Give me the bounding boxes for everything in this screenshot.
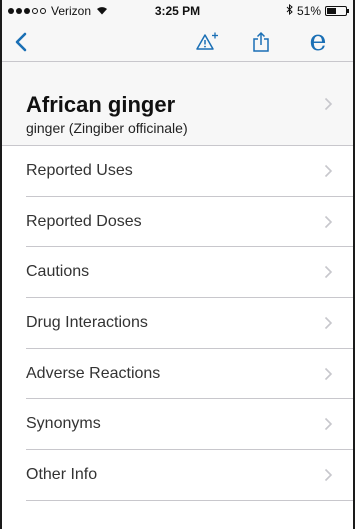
battery-tip [347,9,349,13]
section-list: Reported Uses Reported Doses Cautions Dr… [2,146,353,501]
share-button[interactable] [245,22,277,62]
chevron-right-icon [324,164,333,177]
list-item-adverse-reactions[interactable]: Adverse Reactions [26,349,353,400]
e-label: e [309,22,327,57]
battery-icon [325,6,349,16]
chevron-right-icon [324,266,333,279]
chevron-right-icon [324,468,333,482]
status-bar: Verizon 3:25 PM 51% [2,0,353,22]
chevron-left-icon [15,32,27,52]
app-screen: Verizon 3:25 PM 51% e African ginger gin… [0,0,355,529]
navigation-bar: e [2,22,353,62]
list-item-label: Drug Interactions [26,313,148,331]
page-title: African ginger [26,92,176,117]
bluetooth-icon [286,3,293,18]
list-item-synonyms[interactable]: Synonyms [26,399,353,451]
chevron-right-icon [324,418,333,431]
chevron-right-icon [324,97,333,110]
battery-percent: 51% [296,4,321,18]
list-item-drug-interactions[interactable]: Drug Interactions [26,298,353,349]
list-item-cautions[interactable]: Cautions [26,247,353,299]
list-item-label: Adverse Reactions [26,364,161,382]
chevron-right-icon [324,316,333,329]
list-item-label: Reported Doses [26,212,142,230]
list-item-reported-uses[interactable]: Reported Uses [26,146,353,197]
page-subtitle: ginger (Zingiber officinale) [26,120,188,136]
e-button[interactable]: e [302,22,334,62]
monograph-header[interactable]: African ginger ginger (Zingiber officina… [2,62,353,146]
list-item-label: Cautions [26,263,90,281]
chevron-right-icon [324,215,333,228]
battery-group: 51% [286,3,349,18]
list-item-label: Other Info [26,465,98,483]
list-item-reported-doses[interactable]: Reported Doses [26,197,353,248]
battery-fill [327,8,337,14]
list-item-label: Reported Uses [26,161,133,179]
list-item-other-info[interactable]: Other Info [26,450,353,501]
back-button[interactable] [6,22,36,62]
add-alert-button[interactable] [190,22,226,62]
add-alert-icon [196,32,218,50]
chevron-right-icon [324,367,333,380]
list-item-label: Synonyms [26,415,101,433]
top-chrome: Verizon 3:25 PM 51% e [2,0,353,62]
share-icon [253,31,269,52]
